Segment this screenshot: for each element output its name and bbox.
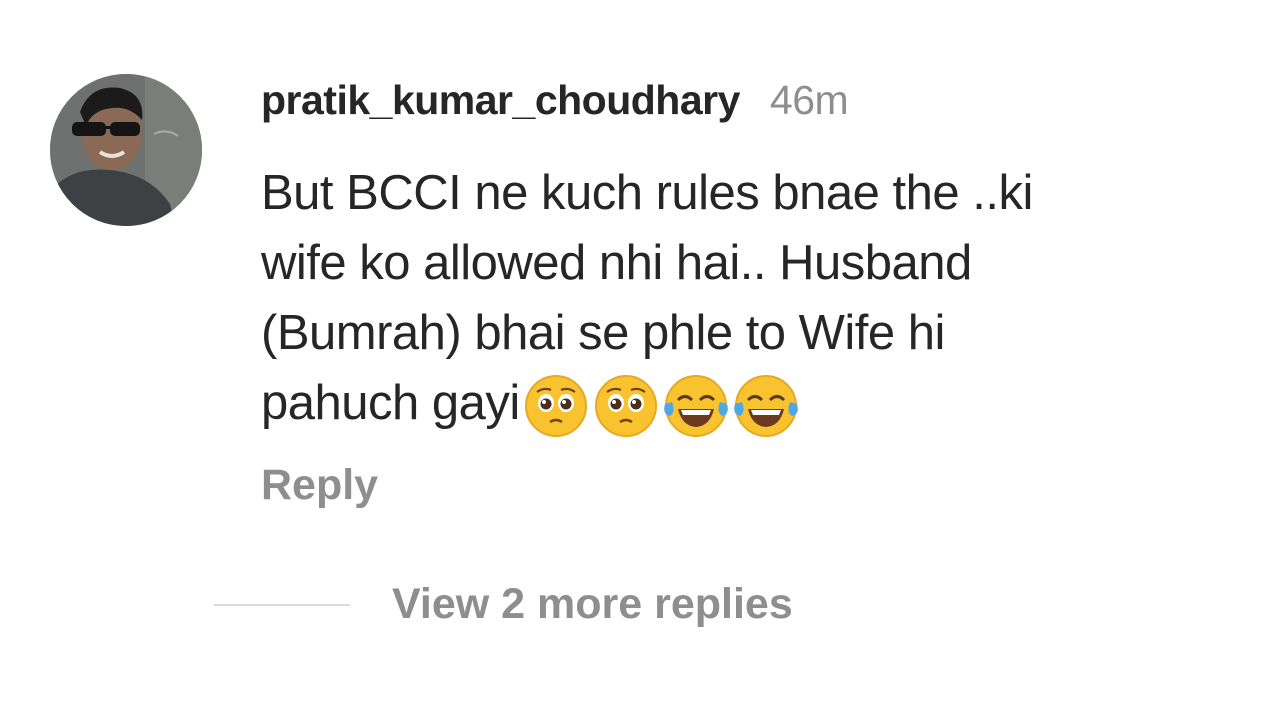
comment-line: wife ko allowed nhi hai.. Husband xyxy=(261,236,972,290)
replies-divider xyxy=(214,604,350,606)
username-link[interactable]: pratik_kumar_choudhary xyxy=(261,77,740,124)
pleading-face-icon xyxy=(594,375,657,438)
view-more-replies-button[interactable]: View 2 more replies xyxy=(392,580,793,629)
comment-line-text: pahuch gayi xyxy=(261,376,520,430)
comment-line-last: pahuch gayi xyxy=(261,368,1221,440)
comment-line: But BCCI ne kuch rules bnae the ..ki xyxy=(261,166,1033,220)
comment: pratik_kumar_choudhary 46m But BCCI ne k… xyxy=(0,0,1280,720)
comment-timestamp: 46m xyxy=(769,76,849,123)
comment-body: But BCCI ne kuch rules bnae the ..ki wif… xyxy=(261,158,1221,440)
tears-of-joy-icon xyxy=(663,375,728,438)
reply-button[interactable]: Reply xyxy=(261,461,378,510)
comment-line: (Bumrah) bhai se phle to Wife hi xyxy=(261,306,945,360)
tears-of-joy-icon xyxy=(733,375,798,438)
emoji-group xyxy=(522,372,802,440)
avatar-photo-icon xyxy=(50,74,202,226)
pleading-face-icon xyxy=(524,375,587,438)
avatar[interactable] xyxy=(50,74,202,226)
comment-header: pratik_kumar_choudhary 46m xyxy=(261,72,849,128)
